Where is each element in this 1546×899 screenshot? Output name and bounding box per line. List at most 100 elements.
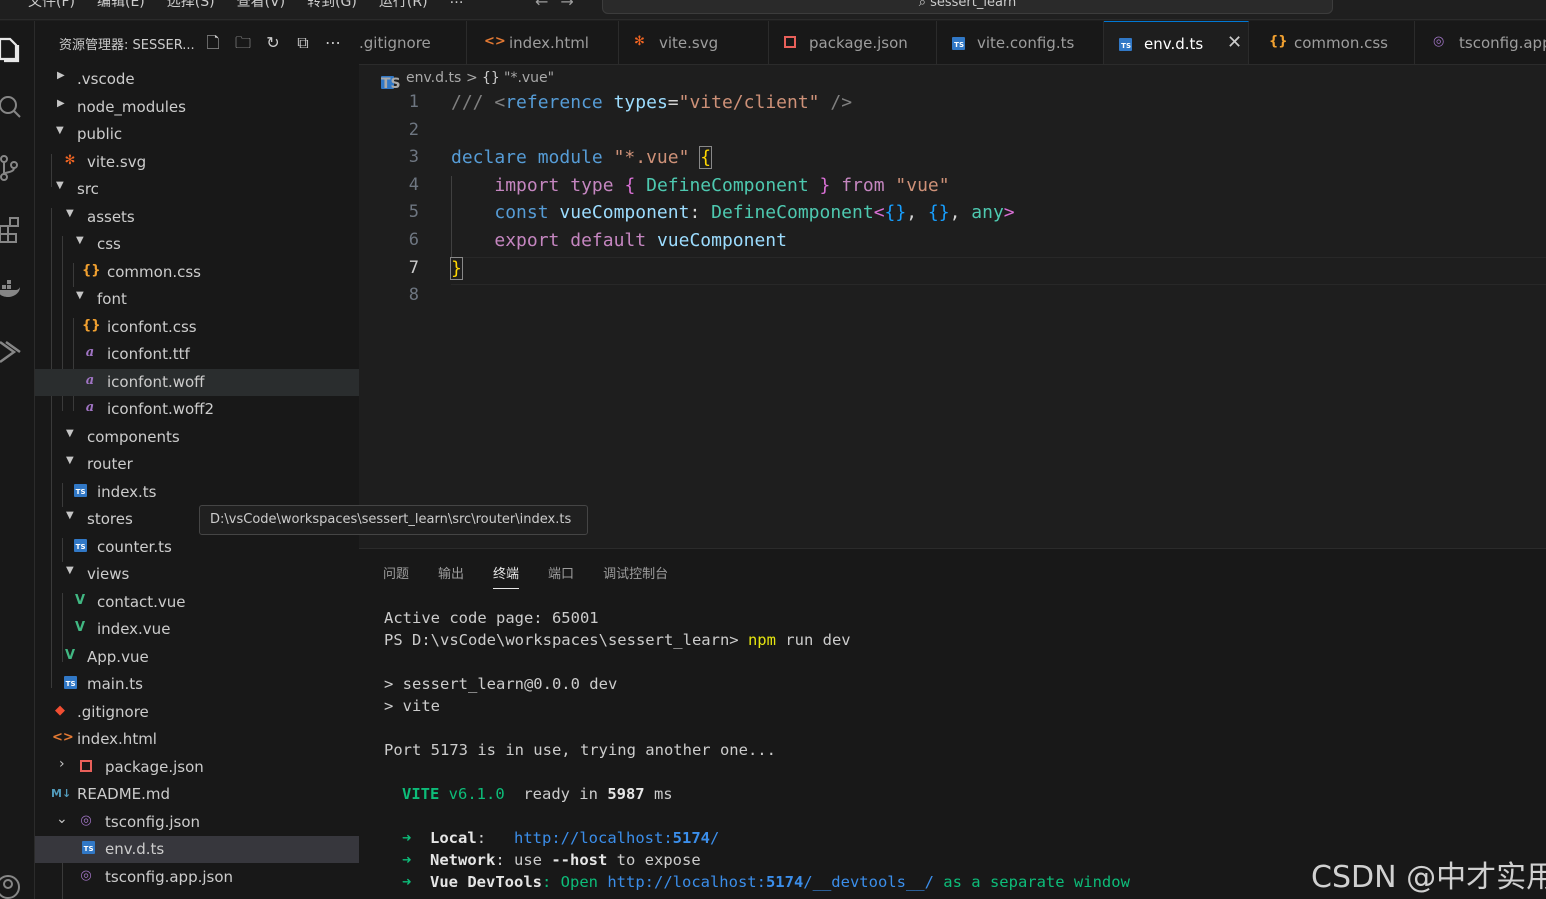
devtools-url[interactable]: http://localhost:5174/__devtools__/ <box>607 873 934 891</box>
tree-folder-vscode[interactable]: ▶ .vscode <box>35 66 359 93</box>
collapse-all-icon[interactable]: ⧉ <box>291 32 315 54</box>
tree-file-router-index-ts[interactable]: TS index.ts <box>35 479 359 506</box>
refresh-icon[interactable]: ↻ <box>261 32 285 54</box>
tree-file-main-ts[interactable]: TS main.ts <box>35 671 359 698</box>
tab-vite-config-ts[interactable]: TS vite.config.ts <box>937 21 1104 64</box>
docker-icon[interactable] <box>0 276 30 306</box>
devtools-label: Vue DevTools <box>430 873 542 891</box>
network-label: Network <box>430 851 496 869</box>
tree-file-vite-svg[interactable]: ✻ vite.svg <box>35 149 359 176</box>
tree-file-env-d-ts[interactable]: TS env.d.ts <box>35 836 359 863</box>
menu-items: 文件(F) 编辑(E) 选择(S) 查看(V) 转到(G) 运行(R) … <box>28 0 486 11</box>
tree-file-common-css[interactable]: {} common.css <box>35 259 359 286</box>
close-icon[interactable]: ✕ <box>1227 32 1242 53</box>
menu-view[interactable]: 查看(V) <box>237 0 286 11</box>
code-token: = <box>667 92 679 113</box>
more-icon[interactable]: ⋯ <box>321 32 345 54</box>
command-center-text: sessert_learn <box>930 0 1017 10</box>
tree-file-index-html[interactable]: <> index.html <box>35 726 359 753</box>
tree-folder-public[interactable]: ▼ public <box>35 121 359 148</box>
tab-gitignore[interactable]: .gitignore <box>359 21 467 64</box>
tree-folder-views[interactable]: ▼ views <box>35 561 359 588</box>
nav-arrows[interactable]: ←→ <box>535 0 586 11</box>
tree-folder-assets[interactable]: ▼ assets <box>35 204 359 231</box>
typescript-file-icon: TS <box>1119 37 1132 52</box>
panel-tabs: 问题 输出 终端 端口 调试控制台 <box>383 563 697 589</box>
vite-ms: 5987 <box>607 785 645 803</box>
remote-explorer-icon[interactable] <box>0 336 30 366</box>
tree-label: README.md <box>77 785 171 803</box>
tree-file-gitignore[interactable]: ◆ .gitignore <box>35 699 359 726</box>
extensions-icon[interactable] <box>0 214 30 244</box>
tree-file-contact-vue[interactable]: V contact.vue <box>35 589 359 616</box>
new-folder-icon[interactable]: 🗀 <box>231 32 255 54</box>
menu-more[interactable]: … <box>450 0 464 11</box>
menu-file[interactable]: 文件(F) <box>28 0 75 11</box>
tree-file-tsconfig-app-json[interactable]: ◎ tsconfig.app.json <box>35 864 359 891</box>
new-file-icon[interactable]: 🗋 <box>201 32 225 54</box>
tree-folder-src[interactable]: ▼ src <box>35 176 359 203</box>
tree-file-iconfont-woff2[interactable]: a iconfont.woff2 <box>35 396 359 423</box>
css-file-icon: {} <box>1269 34 1288 49</box>
code-token: } <box>895 202 907 224</box>
local-url[interactable]: http://localhost:5174/ <box>514 829 719 847</box>
terminal-line: VITE v6.1.0 ready in 5987 ms <box>402 785 673 803</box>
tab-env-d-ts[interactable]: TS env.d.ts ✕ <box>1104 21 1249 64</box>
tree-file-package-json[interactable]: › package.json <box>35 754 359 781</box>
tree-label: assets <box>87 208 135 226</box>
tab-package-json[interactable]: package.json <box>769 21 937 64</box>
tree-file-counter-ts[interactable]: TS counter.ts <box>35 534 359 561</box>
tree-label: index.vue <box>97 620 171 638</box>
tree-folder-font[interactable]: ▼ font <box>35 286 359 313</box>
tab-tsconfig-app[interactable]: ◎ tsconfig.app <box>1415 21 1546 64</box>
tree-label: router <box>87 455 133 473</box>
line-number: 2 <box>408 119 419 140</box>
tree-file-tsconfig-json[interactable]: ⌄ ◎ tsconfig.json <box>35 809 359 836</box>
back-arrow-icon[interactable]: ← <box>535 0 560 11</box>
account-icon[interactable] <box>0 871 30 899</box>
line-number: 3 <box>408 147 419 168</box>
code-token: /> <box>830 92 853 113</box>
tree-folder-node-modules[interactable]: ▶ node_modules <box>35 94 359 121</box>
tree-folder-router[interactable]: ▼ router <box>35 451 359 478</box>
tree-file-iconfont-css[interactable]: {} iconfont.css <box>35 314 359 341</box>
tab-problems[interactable]: 问题 <box>383 563 409 589</box>
tree-file-index-vue[interactable]: V index.vue <box>35 616 359 643</box>
tree-label: iconfont.woff <box>107 373 205 391</box>
tree-file-readme[interactable]: M↓ README.md <box>35 781 359 808</box>
tree-folder-css[interactable]: ▼ css <box>35 231 359 258</box>
menu-go[interactable]: 转到(G) <box>307 0 357 11</box>
tree-folder-components[interactable]: ▼ components <box>35 424 359 451</box>
breadcrumb-file[interactable]: env.d.ts <box>406 70 461 86</box>
tree-file-app-vue[interactable]: V App.vue <box>35 644 359 671</box>
tab-terminal[interactable]: 终端 <box>493 563 520 589</box>
menu-selection[interactable]: 选择(S) <box>167 0 215 11</box>
tree-file-iconfont-woff[interactable]: a iconfont.woff <box>35 369 359 396</box>
search-icon[interactable] <box>0 91 30 121</box>
svg-file-icon: ✻ <box>634 34 645 49</box>
tab-debug-console[interactable]: 调试控制台 <box>603 563 668 589</box>
breadcrumb-symbol[interactable]: "*.vue" <box>504 70 554 86</box>
tab-label: common.css <box>1294 34 1388 52</box>
tab-index-html[interactable]: <> index.html <box>467 21 619 64</box>
menu-run[interactable]: 运行(R) <box>379 0 428 11</box>
code-editor[interactable]: 1/// <reference types="vite/client" /> 2 3… <box>359 92 1546 548</box>
tab-common-css[interactable]: {} common.css <box>1249 21 1415 64</box>
code-token: : <box>689 202 701 224</box>
tab-output[interactable]: 输出 <box>438 563 464 589</box>
menu-edit[interactable]: 编辑(E) <box>97 0 145 11</box>
tab-vite-svg[interactable]: ✻ vite.svg <box>619 21 769 64</box>
tab-ports[interactable]: 端口 <box>548 563 574 589</box>
command-center-search[interactable]: ⌕ sessert_learn <box>602 0 1333 14</box>
forward-arrow-icon[interactable]: → <box>560 0 585 11</box>
tree-file-iconfont-ttf[interactable]: a iconfont.ttf <box>35 341 359 368</box>
source-control-icon[interactable] <box>0 153 30 183</box>
font-file-icon: a <box>85 373 95 388</box>
line-number: 8 <box>408 285 419 306</box>
explorer-icon[interactable] <box>0 35 30 65</box>
tree-label: src <box>77 180 99 198</box>
